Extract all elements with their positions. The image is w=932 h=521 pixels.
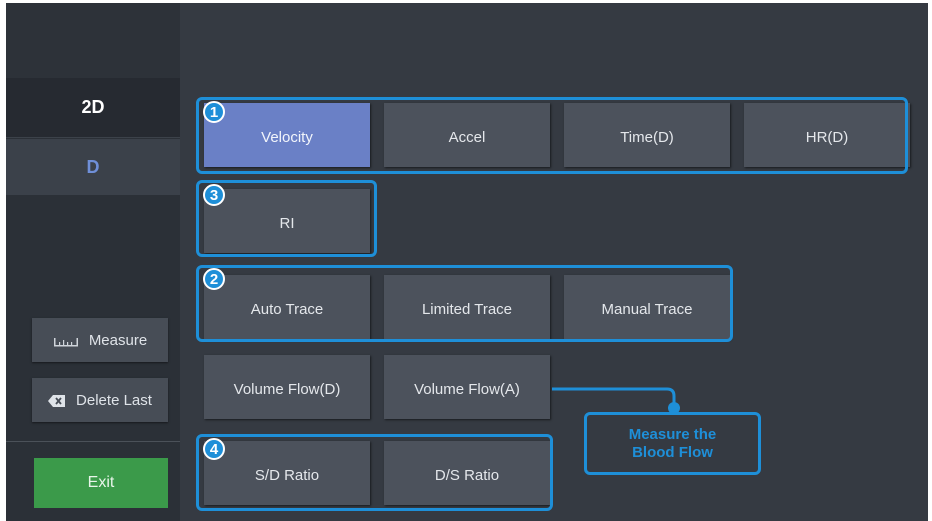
mode-tab-d[interactable]: D [6, 139, 180, 195]
ruler-icon [53, 334, 79, 347]
backspace-icon [48, 394, 66, 407]
badge-4: 4 [203, 438, 225, 460]
callout-line-2: Blood Flow [632, 443, 713, 461]
badge-1: 1 [203, 101, 225, 123]
exit-button[interactable]: Exit [34, 458, 168, 508]
volume-flow-d-button[interactable]: Volume Flow(D) [204, 355, 370, 419]
volume-flow-a-button[interactable]: Volume Flow(A) [384, 355, 550, 419]
sidebar-header [6, 3, 180, 78]
badge-2: 2 [203, 268, 225, 290]
badge-3: 3 [203, 184, 225, 206]
mode-tab-2d[interactable]: 2D [6, 78, 180, 138]
sidebar-divider [6, 441, 180, 442]
callout-line-1: Measure the [628, 425, 717, 443]
highlight-group-1 [196, 97, 908, 174]
measure-button[interactable]: Measure [32, 318, 168, 362]
delete-last-button-label: Delete Last [76, 391, 152, 409]
highlight-group-2 [196, 265, 733, 342]
measurement-screen: 2D D Measure Delete Last Exit Velocity A… [6, 3, 928, 521]
delete-last-button[interactable]: Delete Last [32, 378, 168, 422]
measure-button-label: Measure [88, 331, 148, 349]
callout-blood-flow: Measure the Blood Flow [584, 412, 761, 475]
highlight-group-4 [196, 434, 553, 511]
sidebar: 2D D Measure Delete Last Exit [6, 3, 180, 521]
